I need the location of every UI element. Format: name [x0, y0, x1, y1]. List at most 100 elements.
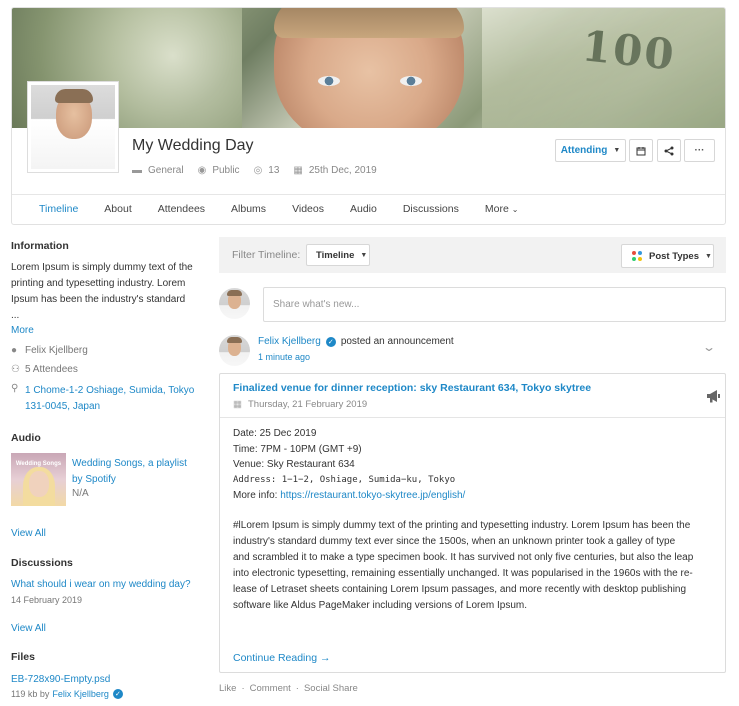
post-action-text: posted an announcement [340, 336, 454, 347]
address-link[interactable]: 1 Chome-1-2 Oshiage, Sumida, Tokyo 131-0… [25, 383, 194, 415]
composer-avatar[interactable] [219, 288, 250, 319]
announcement-title[interactable]: Finalized venue for dinner reception: sk… [233, 382, 591, 394]
event-category: General [148, 165, 184, 176]
announcement-body: Date: 25 Dec 2019 Time: 7PM - 10PM (GMT … [233, 426, 715, 614]
calendar-icon [636, 146, 646, 155]
post-actions: Like · Comment · Social Share [219, 683, 358, 694]
tab-albums[interactable]: Albums [218, 195, 279, 224]
audio-meta: N/A [72, 488, 89, 499]
post-options-chevron-icon[interactable]: ⌄ [702, 340, 716, 354]
filter-label: Filter Timeline: [232, 249, 301, 261]
tab-audio[interactable]: Audio [337, 195, 390, 224]
files-heading: Files [11, 651, 35, 663]
post-header: Felix Kjellberg ✓ posted an announcement [258, 336, 454, 347]
more-info-link[interactable]: https://restaurant.tokyo-skytree.jp/engl… [280, 490, 465, 501]
social-share-link[interactable]: Social Share [304, 683, 358, 694]
caret-down-icon: ▼ [360, 251, 368, 259]
information-line: printing and typesetting industry. Lorem [11, 278, 186, 289]
tab-attendees[interactable]: Attendees [145, 195, 218, 224]
post-types-icon [632, 251, 642, 261]
attending-button[interactable]: Attending ▼ [555, 139, 626, 162]
paragraph-line: lease of Letraset sheets containing Lore… [233, 583, 687, 595]
announcement-date-row: ▦ Thursday, 21 February 2019 [233, 399, 367, 410]
information-line: Lorem Ipsum is simply dummy text of the [11, 262, 193, 273]
divider [220, 417, 725, 418]
information-line: ... [11, 310, 20, 321]
discussion-date: 14 February 2019 [11, 595, 83, 605]
calendar-icon: ▦ [293, 165, 303, 176]
post-author-link[interactable]: Felix Kjellberg [258, 336, 321, 347]
tab-videos[interactable]: Videos [279, 195, 337, 224]
announcement-paragraph: #lLorem Ipsum is simply dummy text of th… [233, 518, 715, 614]
post-author-avatar[interactable] [219, 335, 250, 366]
folder-icon: ▬ [132, 165, 142, 176]
file-link[interactable]: EB-728x90-Empty.psd [11, 674, 110, 685]
map-marker-icon: ⚲ [11, 383, 19, 394]
information-more-link[interactable]: More [11, 325, 34, 336]
audio-title-line: Wedding Songs, a playlist [72, 458, 187, 469]
globe-icon: ◉ [197, 165, 207, 176]
more-info-label: More info: [233, 490, 278, 501]
address-row: ⚲ 1 Chome-1-2 Oshiage, Sumida, Tokyo 131… [11, 383, 194, 415]
file-size: 119 kb by [11, 689, 50, 699]
megaphone-icon [706, 390, 721, 406]
continue-reading-link[interactable]: Continue Reading → [233, 652, 330, 664]
more-options-button[interactable]: ··· [684, 139, 715, 162]
audio-thumbnail[interactable]: Wedding Songs [11, 453, 66, 506]
information-heading: Information [11, 240, 69, 252]
share-post-input[interactable]: Share what's new... [263, 287, 726, 322]
share-button[interactable] [657, 139, 681, 162]
announcement-card: Finalized venue for dinner reception: sk… [219, 373, 726, 673]
discussions-view-all[interactable]: View All [11, 623, 46, 634]
information-line: Ipsum has been the industry's standard [11, 294, 186, 305]
post-time[interactable]: 1 minute ago [258, 352, 310, 362]
tab-timeline[interactable]: Timeline [26, 195, 91, 224]
verified-icon: ✓ [325, 336, 336, 347]
chevron-down-icon: ⌄ [511, 205, 519, 214]
event-avatar[interactable] [28, 82, 118, 172]
share-icon [664, 146, 674, 155]
file-owner-link[interactable]: Felix Kjellberg [52, 689, 109, 699]
detail-address: Address: 1−1−2, Oshiage, Sumida−ku, Toky… [233, 474, 456, 485]
event-header-card: 100 My Wedding Day ▬ General ◉ Public ◎ … [11, 7, 726, 225]
event-title: My Wedding Day [132, 137, 254, 154]
comment-link[interactable]: Comment [250, 683, 291, 694]
user-icon: ● [11, 345, 18, 356]
separator: · [241, 683, 245, 694]
attending-label: Attending [560, 145, 608, 156]
discussions-heading: Discussions [11, 557, 73, 569]
cover-photo: 100 [12, 8, 725, 128]
paragraph-line: industry's standard dummy text ever sinc… [233, 535, 676, 547]
calendar-button[interactable] [629, 139, 653, 162]
attendees-row: ⚇ 5 Attendees [11, 364, 78, 375]
file-meta: 119 kb by Felix Kjellberg ✓ [11, 689, 128, 699]
timeline-filter-select[interactable]: Timeline ▼ [306, 244, 370, 266]
address-line: 131-0045, Japan [25, 401, 101, 412]
timeline-filter-bar: Filter Timeline: Timeline ▼ Post Types ▼ [219, 237, 726, 273]
audio-thumb-text: Wedding Songs [15, 461, 62, 467]
like-link[interactable]: Like [219, 683, 236, 694]
tab-about[interactable]: About [91, 195, 144, 224]
information-text: Lorem Ipsum is simply dummy text of the … [11, 260, 207, 324]
event-tabs: Timeline About Attendees Albums Videos A… [12, 194, 725, 224]
address-line: 1 Chome-1-2 Oshiage, Sumida, Tokyo [25, 385, 195, 396]
event-views: 13 [268, 165, 280, 176]
eye-icon: ◎ [253, 165, 263, 176]
caret-down-icon: ▼ [613, 147, 621, 154]
tab-more-label: More [484, 203, 509, 215]
post-types-label: Post Types [649, 250, 699, 262]
discussion-link[interactable]: What should i wear on my wedding day? [11, 579, 191, 590]
more-options-label: ··· [694, 145, 705, 156]
paragraph-line: and scrambled it to make a type specimen… [233, 551, 694, 563]
attendees-count: 5 Attendees [25, 364, 78, 375]
event-meta: ▬ General ◉ Public ◎ 13 ▦ 25th Dec, 2019 [132, 165, 391, 176]
audio-view-all[interactable]: View All [11, 528, 46, 539]
separator: · [295, 683, 299, 694]
verified-icon: ✓ [112, 689, 123, 699]
audio-title-link[interactable]: Wedding Songs, a playlist by Spotify [72, 456, 187, 488]
tab-more[interactable]: More ⌄ [472, 195, 532, 224]
post-types-dropdown[interactable]: Post Types ▼ [621, 244, 714, 268]
calendar-icon: ▦ [233, 399, 242, 410]
event-privacy: Public [212, 165, 240, 176]
tab-discussions[interactable]: Discussions [390, 195, 472, 224]
